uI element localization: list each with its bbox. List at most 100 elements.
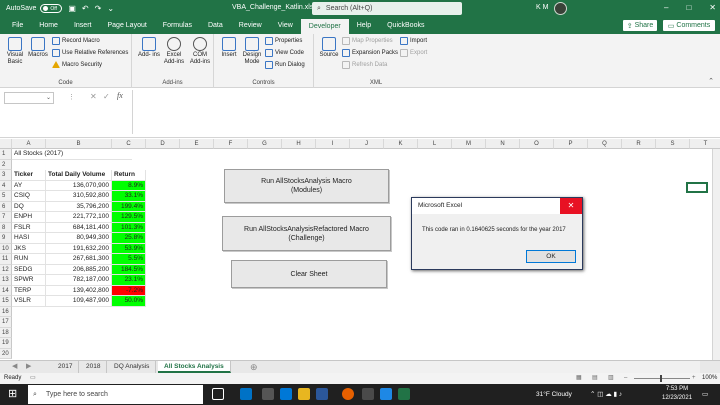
return-cell[interactable]: 184.5%: [112, 264, 146, 275]
addins-button[interactable]: Add- ins: [138, 37, 160, 59]
column-header-a[interactable]: A: [12, 139, 46, 149]
add-sheet-icon[interactable]: ⊕: [250, 361, 258, 373]
ticker-cell[interactable]: CSIQ: [12, 191, 46, 202]
return-cell[interactable]: 25.8%: [112, 233, 146, 244]
collapse-ribbon-icon[interactable]: ⌃: [708, 77, 714, 85]
ticker-cell[interactable]: RUN: [12, 254, 46, 265]
tab-file[interactable]: File: [4, 17, 31, 34]
select-all-corner[interactable]: [0, 139, 12, 149]
worksheet-grid[interactable]: 50.0% 109,487,900 VSLR -7.2% 139,402,800 TERP…: [0, 139, 720, 360]
task-view-icon[interactable]: [212, 388, 224, 400]
dialog-close-button[interactable]: ✕: [560, 198, 582, 214]
row-header-2[interactable]: 2: [0, 159, 12, 170]
column-header-s[interactable]: S: [656, 139, 690, 149]
firefox-icon[interactable]: [342, 388, 354, 400]
row-header-9[interactable]: 9: [0, 233, 12, 244]
row-header-14[interactable]: 14: [0, 285, 12, 296]
search-box[interactable]: ⌕ Search (Alt+Q): [312, 2, 462, 15]
app-icon-3[interactable]: [380, 388, 392, 400]
insert-function-button[interactable]: fx: [117, 91, 123, 100]
column-header-e[interactable]: E: [180, 139, 214, 149]
macros-button[interactable]: Macros: [27, 37, 49, 59]
volume-cell[interactable]: 310,592,800: [46, 191, 112, 202]
ticker-cell[interactable]: SPWR: [12, 275, 46, 286]
minimize-button[interactable]: –: [664, 3, 668, 12]
ticker-cell[interactable]: VSLR: [12, 296, 46, 307]
volume-cell[interactable]: 221,772,100: [46, 212, 112, 223]
sheet-title[interactable]: All Stocks (2017): [12, 149, 132, 160]
outlook-icon[interactable]: [240, 388, 252, 400]
vertical-scrollbar[interactable]: [712, 149, 720, 360]
row-header-8[interactable]: 8: [0, 222, 12, 233]
ticker-cell[interactable]: AY: [12, 180, 46, 191]
row-header-6[interactable]: 6: [0, 201, 12, 212]
return-cell[interactable]: 5.5%: [112, 254, 146, 265]
return-cell[interactable]: -7.2%: [112, 285, 146, 296]
ticker-cell[interactable]: DQ: [12, 201, 46, 212]
volume-cell[interactable]: 109,487,900: [46, 296, 112, 307]
column-header-f[interactable]: F: [214, 139, 248, 149]
avatar[interactable]: [554, 2, 567, 15]
column-header-q[interactable]: Q: [588, 139, 622, 149]
volume-cell[interactable]: 267,681,300: [46, 254, 112, 265]
column-header-j[interactable]: J: [350, 139, 384, 149]
sheet-tab-dq-analysis[interactable]: DQ Analysis: [108, 361, 157, 373]
accessibility-icon[interactable]: ▭: [30, 373, 36, 384]
export-button[interactable]: Export: [400, 49, 427, 57]
maximize-button[interactable]: □: [686, 3, 691, 12]
com-addins-button[interactable]: COM Add-ins: [188, 37, 212, 66]
tab-home[interactable]: Home: [31, 17, 66, 34]
row-header-12[interactable]: 12: [0, 264, 12, 275]
volume-header[interactable]: Total Daily Volume: [46, 170, 112, 181]
relative-references-button[interactable]: Use Relative References: [52, 49, 128, 57]
enter-icon[interactable]: ✓: [103, 92, 110, 101]
zoom-level[interactable]: 100%: [702, 373, 717, 384]
undo-icon[interactable]: ↶: [82, 4, 89, 13]
sheet-tab-2017[interactable]: 2017: [52, 361, 80, 373]
row-header-16[interactable]: 16: [0, 306, 12, 317]
app-icon[interactable]: [262, 388, 274, 400]
tab-page-layout[interactable]: Page Layout: [99, 17, 154, 34]
zoom-in-icon[interactable]: +: [692, 373, 696, 384]
expansion-packs-button[interactable]: Expansion Packs: [342, 49, 398, 57]
return-cell[interactable]: 8.9%: [112, 180, 146, 191]
design-mode-button[interactable]: Design Mode: [241, 37, 263, 66]
volume-cell[interactable]: 35,796,200: [46, 201, 112, 212]
return-cell[interactable]: 199.4%: [112, 201, 146, 212]
column-header-d[interactable]: D: [146, 139, 180, 149]
tab-data[interactable]: Data: [200, 17, 231, 34]
edge-icon[interactable]: [280, 388, 292, 400]
system-tray-icons[interactable]: ⌃ ◫ ☁ ▮ ♪: [590, 384, 622, 405]
tab-developer[interactable]: Developer: [300, 19, 349, 34]
return-cell[interactable]: 101.3%: [112, 222, 146, 233]
zoom-slider[interactable]: [634, 378, 690, 379]
column-header-p[interactable]: P: [554, 139, 588, 149]
return-cell[interactable]: 23.1%: [112, 275, 146, 286]
row-header-7[interactable]: 7: [0, 212, 12, 223]
page-break-view-icon[interactable]: ▥: [608, 373, 614, 384]
file-explorer-icon[interactable]: [298, 388, 310, 400]
tab-formulas[interactable]: Formulas: [155, 17, 200, 34]
share-button[interactable]: ⇪ Share: [622, 19, 658, 32]
formula-input[interactable]: [132, 90, 716, 134]
word-icon[interactable]: [316, 388, 328, 400]
column-header-n[interactable]: N: [486, 139, 520, 149]
row-header-11[interactable]: 11: [0, 254, 12, 265]
run-refactored-macro-button[interactable]: Run AllStocksAnalysisRefactored Macro (C…: [222, 216, 391, 251]
ticker-cell[interactable]: SEDG: [12, 264, 46, 275]
ticker-header[interactable]: Ticker: [12, 170, 46, 181]
tab-view[interactable]: View: [270, 17, 301, 34]
close-button[interactable]: ✕: [709, 3, 716, 12]
zoom-slider-thumb[interactable]: [660, 375, 662, 382]
ticker-cell[interactable]: TERP: [12, 285, 46, 296]
column-header-l[interactable]: L: [418, 139, 452, 149]
dialog-ok-button[interactable]: OK: [526, 250, 576, 263]
tab-insert[interactable]: Insert: [66, 17, 100, 34]
column-header-r[interactable]: R: [622, 139, 656, 149]
row-header-18[interactable]: 18: [0, 327, 12, 338]
sheet-tab-all-stocks-analysis[interactable]: All Stocks Analysis: [158, 361, 231, 373]
next-sheet-icon[interactable]: ▶: [26, 361, 31, 373]
run-dialog-button[interactable]: Run Dialog: [265, 61, 305, 69]
row-header-5[interactable]: 5: [0, 191, 12, 202]
redo-icon[interactable]: ↷: [95, 4, 102, 13]
